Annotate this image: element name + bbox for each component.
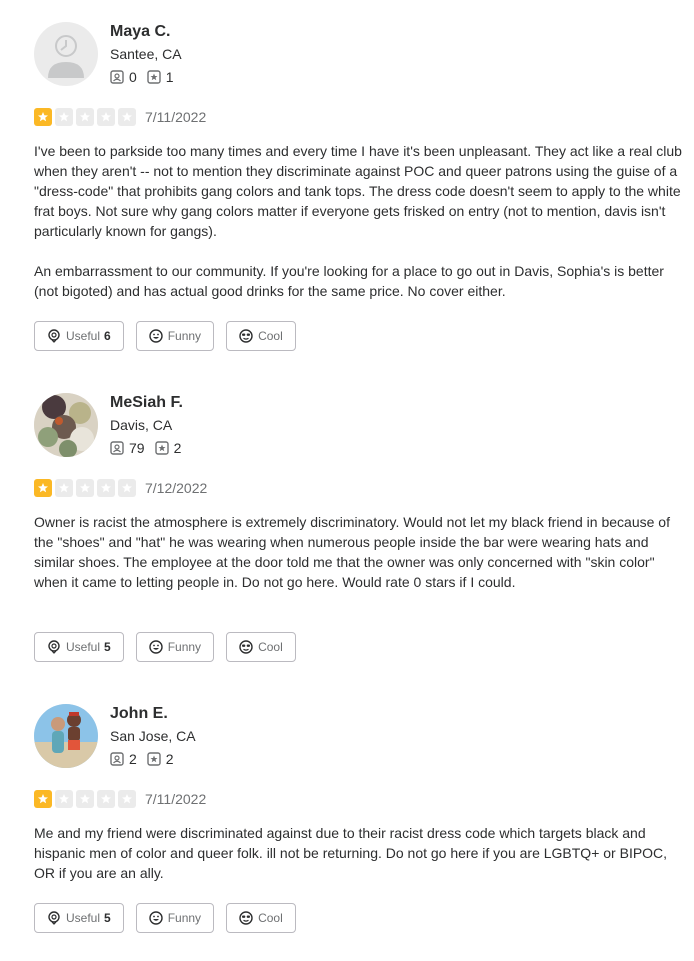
food-photo-avatar-icon <box>34 393 98 457</box>
reviews-stat: 2 <box>147 750 174 768</box>
smile-icon <box>149 640 163 654</box>
review-date: 7/11/2022 <box>145 791 207 807</box>
review-star-icon <box>147 70 161 84</box>
star-icon <box>55 479 73 497</box>
star-rating: 7/12/2022 <box>34 479 207 497</box>
smile-icon <box>149 329 163 343</box>
star-rating: 7/11/2022 <box>34 790 206 808</box>
useful-label: Useful <box>66 640 101 654</box>
review-paragraph: Me and my friend were discriminated agai… <box>34 825 668 881</box>
cool-label: Cool <box>258 911 283 925</box>
funny-label: Funny <box>167 911 202 925</box>
user-stats: 0 1 <box>110 68 184 86</box>
star-icon <box>34 790 52 808</box>
funny-label: Funny <box>167 329 202 343</box>
star-icon <box>97 479 115 497</box>
friends-icon <box>110 70 124 84</box>
friends-stat: 0 <box>110 68 137 86</box>
star-icon <box>118 479 136 497</box>
star-icon <box>76 108 94 126</box>
review-text: Owner is racist the atmosphere is extrem… <box>34 512 684 592</box>
user-name[interactable]: Maya C. <box>110 22 170 42</box>
reviews-count: 1 <box>165 69 174 85</box>
star-icon <box>118 108 136 126</box>
review-paragraph: Owner is racist the atmosphere is extrem… <box>34 514 670 590</box>
funny-button[interactable]: Funny <box>135 632 215 662</box>
useful-count: 5 <box>104 911 111 925</box>
beach-photo-avatar-icon <box>34 704 98 768</box>
useful-button[interactable]: Useful 5 <box>34 632 124 662</box>
useful-label: Useful <box>66 911 101 925</box>
friends-stat: 2 <box>110 750 137 768</box>
star-icon <box>97 108 115 126</box>
cool-label: Cool <box>258 640 283 654</box>
star-icon <box>76 790 94 808</box>
star-icon <box>97 790 115 808</box>
reviews-stat: 2 <box>154 439 182 457</box>
avatar[interactable] <box>34 704 98 768</box>
useful-button[interactable]: Useful 6 <box>34 321 124 351</box>
star-rating: 7/11/2022 <box>34 108 206 126</box>
review-paragraph: I've been to parkside too many times and… <box>34 143 682 239</box>
useful-count: 6 <box>104 329 111 343</box>
review-actions: Useful 5 Funny Cool <box>34 632 308 662</box>
lightbulb-icon <box>48 640 60 654</box>
friends-count: 0 <box>129 69 137 85</box>
user-location: Davis, CA <box>110 417 173 433</box>
useful-count: 5 <box>104 640 111 654</box>
review-actions: Useful 6 Funny Cool <box>34 321 308 351</box>
star-icon <box>55 108 73 126</box>
avatar[interactable] <box>34 393 98 457</box>
star-icon <box>55 790 73 808</box>
star-icon <box>34 108 52 126</box>
friends-icon <box>110 752 124 766</box>
lightbulb-icon <box>48 329 60 343</box>
review-star-icon <box>154 441 169 455</box>
friends-count: 79 <box>129 440 145 456</box>
review-actions: Useful 5 Funny Cool <box>34 903 308 933</box>
cool-button[interactable]: Cool <box>226 903 296 933</box>
reviews-count: 2 <box>165 751 174 767</box>
funny-button[interactable]: Funny <box>135 903 215 933</box>
star-icon <box>118 790 136 808</box>
user-stats: 79 2 <box>110 439 191 457</box>
review-text: Me and my friend were discriminated agai… <box>34 823 684 883</box>
review-paragraph: An embarrassment to our community. If yo… <box>34 263 664 299</box>
review-date: 7/11/2022 <box>145 109 207 125</box>
cool-label: Cool <box>258 329 283 343</box>
review-text: I've been to parkside too many times and… <box>34 141 684 301</box>
star-icon <box>34 479 52 497</box>
funny-button[interactable]: Funny <box>135 321 215 351</box>
reviews-stat: 1 <box>147 68 174 86</box>
sunglasses-icon <box>239 640 253 654</box>
user-name[interactable]: John E. <box>110 704 168 724</box>
user-name[interactable]: MeSiah F. <box>110 393 183 413</box>
review-date: 7/12/2022 <box>145 480 208 496</box>
avatar[interactable] <box>34 22 98 86</box>
sunglasses-icon <box>239 911 253 925</box>
smile-icon <box>149 911 163 925</box>
user-location: Santee, CA <box>110 46 182 62</box>
cool-button[interactable]: Cool <box>226 321 296 351</box>
funny-label: Funny <box>167 640 202 654</box>
friends-stat: 79 <box>110 439 145 457</box>
lightbulb-icon <box>48 911 60 925</box>
user-location: San Jose, CA <box>110 728 196 744</box>
cool-button[interactable]: Cool <box>226 632 296 662</box>
review-star-icon <box>147 752 161 766</box>
useful-button[interactable]: Useful 5 <box>34 903 124 933</box>
sunglasses-icon <box>239 329 253 343</box>
reviews-count: 2 <box>173 440 182 456</box>
star-icon <box>76 479 94 497</box>
friends-icon <box>110 441 124 455</box>
default-avatar-icon <box>48 35 84 78</box>
user-stats: 2 2 <box>110 750 184 768</box>
useful-label: Useful <box>66 329 101 343</box>
friends-count: 2 <box>129 751 137 767</box>
